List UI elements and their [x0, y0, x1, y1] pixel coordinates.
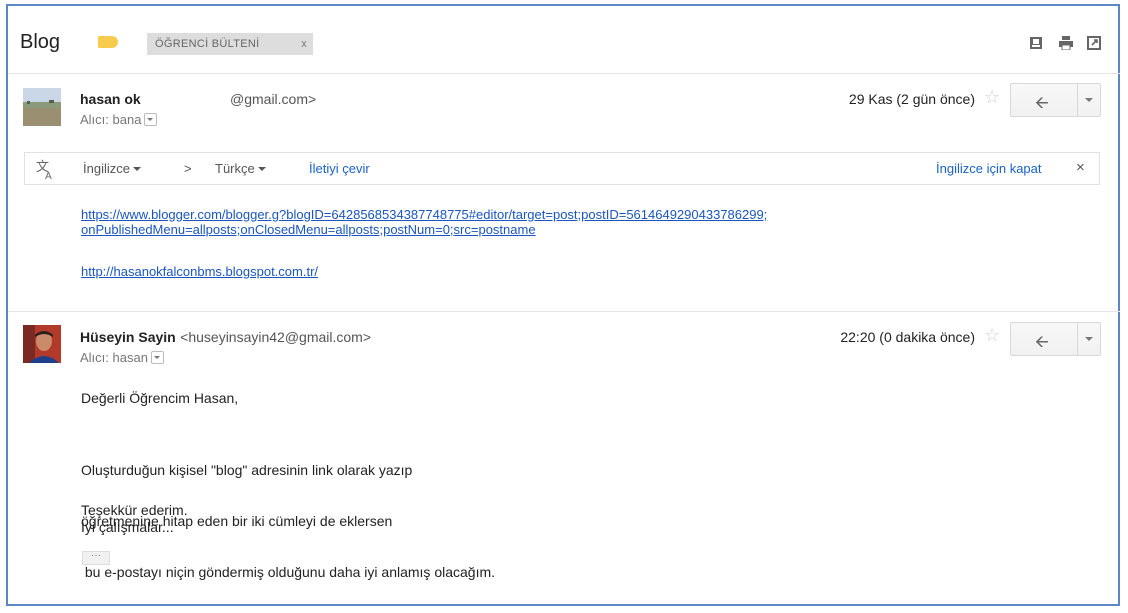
thanks-line: Teşekkür ederim.: [81, 502, 188, 518]
blogger-link-line1[interactable]: https://www.blogger.com/blogger.g?blogID…: [81, 207, 767, 222]
recipient-text: Alıcı: bana: [80, 112, 142, 127]
chevron-down-icon: [1085, 98, 1093, 102]
label-remove-icon[interactable]: x: [301, 33, 307, 55]
message-date: 22:20 (0 dakika önce): [840, 329, 975, 345]
more-actions-button[interactable]: [1077, 323, 1100, 355]
recipient-text: Alıcı: hasan: [80, 350, 148, 365]
avatar[interactable]: [23, 325, 61, 363]
translate-arrow: >: [184, 161, 192, 176]
closing-line: İyi çalışmalar...: [81, 519, 174, 535]
translate-bar: 文 A İngilizce > Türkçe İletiyi çevir İng…: [24, 152, 1100, 185]
star-icon[interactable]: ☆: [984, 87, 1000, 108]
download-icon[interactable]: [1029, 36, 1043, 50]
show-details-icon[interactable]: [144, 113, 158, 126]
close-icon[interactable]: ×: [1076, 159, 1085, 176]
translate-icon: 文 A: [35, 158, 57, 183]
show-trimmed-content-button[interactable]: ···: [82, 551, 110, 565]
recipient-line: Alıcı: hasan: [80, 350, 164, 365]
sender-name[interactable]: hasan ok: [80, 91, 141, 107]
print-icon[interactable]: [1058, 36, 1073, 50]
chevron-down-icon: [1085, 337, 1093, 341]
target-language-label: Türkçe: [215, 161, 255, 176]
reply-button[interactable]: 🡨: [1011, 84, 1078, 116]
message-divider: [8, 311, 1120, 312]
sender-email: @gmail.com>: [230, 91, 317, 107]
thread-subject: Blog: [20, 31, 61, 53]
reply-button[interactable]: 🡨: [1011, 323, 1078, 355]
target-language-select[interactable]: Türkçe: [215, 161, 266, 176]
blogger-link-line2[interactable]: onPublishedMenu=allposts;onClosedMenu=al…: [81, 222, 767, 237]
new-window-icon[interactable]: [1087, 36, 1101, 50]
message-signoff: Teşekkür ederim. İyi çalışmalar...: [81, 502, 188, 536]
label-chip[interactable]: ÖĞRENCİ BÜLTENİ x: [147, 33, 313, 55]
turn-off-translation-link[interactable]: İngilizce için kapat: [936, 161, 1042, 176]
source-language-label: İngilizce: [83, 161, 130, 176]
blogger-link[interactable]: https://www.blogger.com/blogger.g?blogID…: [81, 207, 767, 237]
more-actions-button[interactable]: [1077, 84, 1100, 116]
reply-button-group: 🡨: [1010, 322, 1101, 356]
target-language-caret-icon: [257, 167, 266, 171]
show-details-icon[interactable]: [150, 351, 164, 364]
avatar[interactable]: [23, 88, 61, 126]
source-language-caret-icon: [132, 167, 141, 171]
sender-name[interactable]: Hüseyin Sayin: [80, 329, 176, 345]
reply-arrow-icon: 🡨: [1035, 332, 1049, 351]
svg-text:A: A: [45, 171, 52, 180]
message-line: bu e-postayı niçin göndermiş olduğunu da…: [81, 564, 496, 580]
label-tag-icon: [98, 36, 118, 48]
star-icon[interactable]: ☆: [984, 325, 1000, 346]
recipient-line: Alıcı: bana: [80, 112, 158, 127]
message-line: Oluşturduğun kişisel "blog" adresinin li…: [81, 462, 413, 478]
header-divider: [8, 73, 1120, 74]
reply-button-group: 🡨: [1010, 83, 1101, 117]
reply-arrow-icon: 🡨: [1035, 93, 1049, 112]
source-language-select[interactable]: İngilizce: [83, 161, 141, 176]
message-greeting: Değerli Öğrencim Hasan,: [81, 390, 239, 406]
translate-message-link[interactable]: İletiyi çevir: [309, 161, 370, 176]
blog-url-link[interactable]: http://hasanokfalconbms.blogspot.com.tr/: [81, 264, 318, 279]
message-date: 29 Kas (2 gün önce): [848, 91, 975, 107]
sender-line: Hüseyin Sayin <huseyinsayin42@gmail.com>: [80, 329, 371, 347]
label-chip-text: ÖĞRENCİ BÜLTENİ: [155, 38, 260, 50]
sender-email: <huseyinsayin42@gmail.com>: [180, 329, 372, 345]
